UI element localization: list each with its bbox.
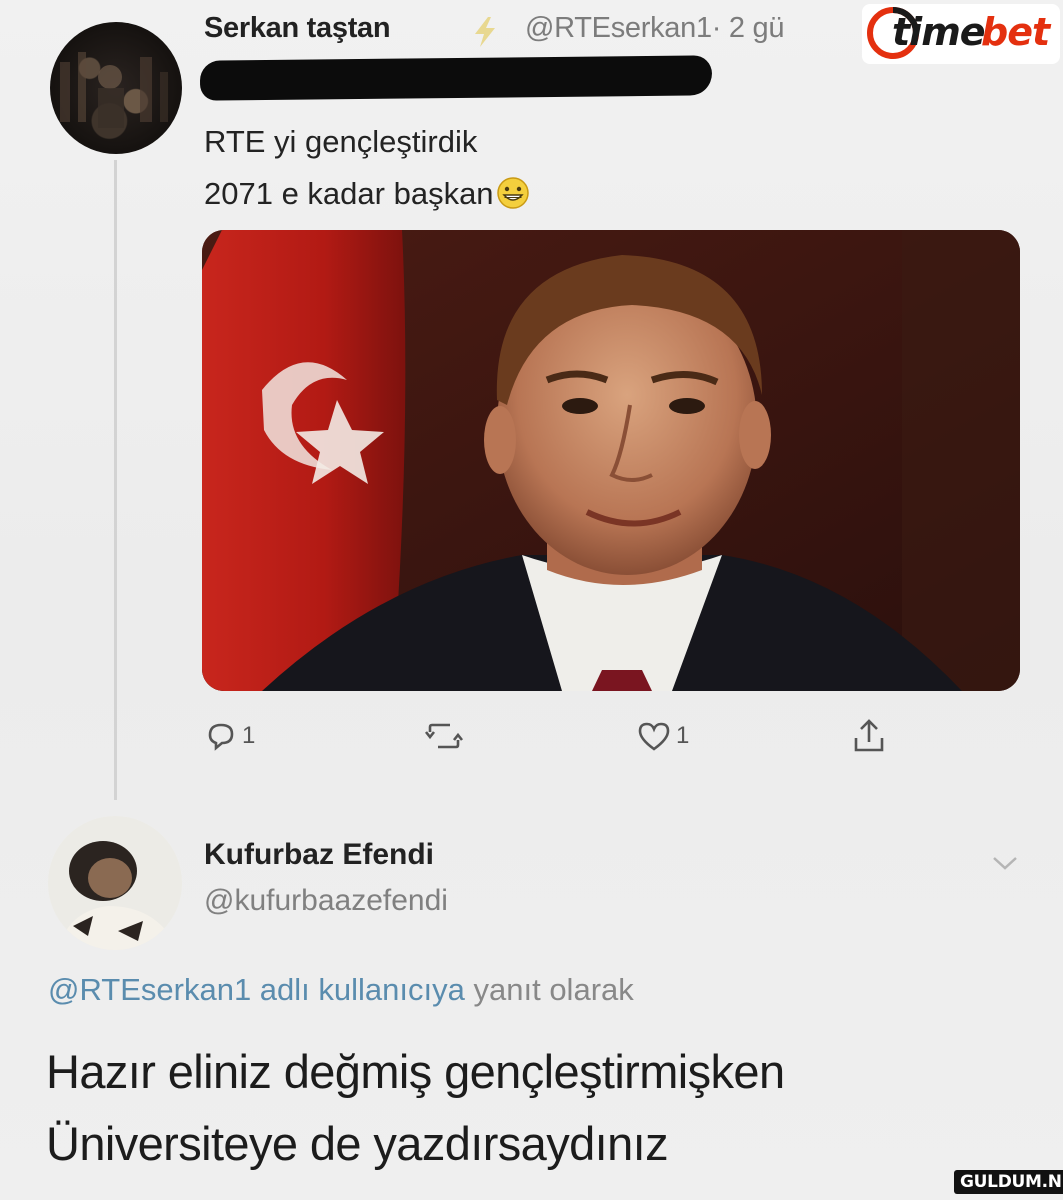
replying-to: @RTEserkan1 adlı kullanıcıya yanıt olara… [48,972,634,1008]
reply-author-name[interactable]: Kufurbaz Efendi [204,838,434,872]
redaction-mark [199,55,713,101]
chevron-down-icon[interactable] [990,852,1020,874]
reply-to-mention[interactable]: @RTEserkan1 adlı kullanıcıya [48,972,465,1007]
author-handle[interactable]: @RTEserkan1 [525,12,712,44]
reply-text: Hazır eliniz değmiş gençleştirmişken Üni… [46,1036,785,1180]
reply-text-line: Üniversiteye de yazdırsaydınız [46,1117,669,1170]
share-action[interactable] [852,716,886,756]
reply-to-label: yanıt olarak [473,972,634,1007]
share-icon [854,719,884,752]
reply-count: 1 [242,722,256,749]
screenshot: Serkan taştan @RTEserkan1· 2 gü RTE yi g… [0,0,1063,1200]
reply-author-handle[interactable]: @kufurbaazefendi [204,884,448,918]
grinning-face-icon [496,177,529,209]
thread-line [114,160,117,800]
author-handle-and-time[interactable]: @RTEserkan1· 2 gü [525,12,784,45]
time-separator: · [711,12,722,44]
author-avatar[interactable] [50,22,182,154]
retweet-action[interactable] [424,716,464,756]
reply-action[interactable]: 1 [204,716,255,756]
site-watermark: GULDUM.NET [954,1170,1063,1194]
reply-text-line: Hazır eliniz değmiş gençleştirmişken [46,1045,785,1098]
retweet-icon [424,723,464,749]
like-count: 1 [676,722,690,749]
heart-icon [638,722,670,751]
reply-author-avatar[interactable] [48,816,182,950]
tweet-text-line: RTE yi gençleştirdik [204,124,478,159]
reply-icon [208,723,234,751]
logo-text-time: time [892,10,986,54]
author-name[interactable]: Serkan taştan [204,12,391,45]
lightning-bolt-icon [475,17,495,47]
tweet-text-line: 2071 e kadar başkan [204,168,530,220]
logo-text-bet: bet [981,10,1050,54]
tweet-text: RTE yi gençleştirdik 2071 e kadar başkan [204,116,530,220]
tweet-time[interactable]: 2 gü [729,12,785,44]
tweet-photo[interactable] [202,230,1020,691]
like-action[interactable]: 1 [636,716,689,756]
